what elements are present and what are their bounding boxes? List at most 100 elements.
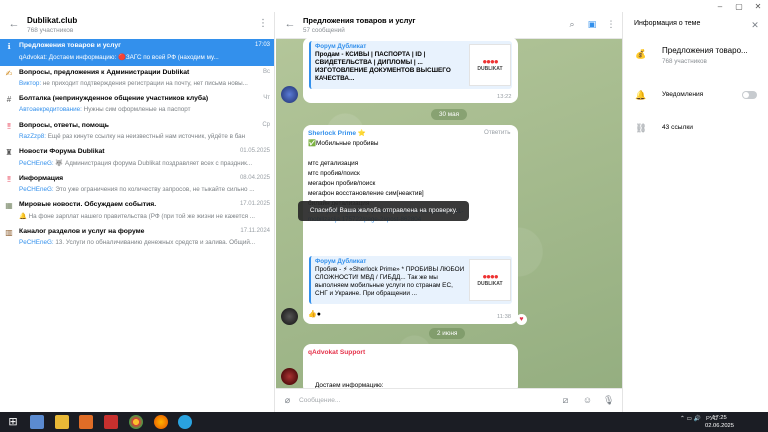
chat-list-header: ← Dublikat.club 768 участников ⋮ [0, 12, 274, 39]
chrome-icon[interactable] [129, 415, 143, 429]
money-bag-icon: 💰 [635, 49, 647, 59]
chat-list-item[interactable]: ✍ Вопросы, предложения к Администрации Du… [0, 66, 274, 93]
chat-list-item[interactable]: ▥ Каналог разделов и услуг на форуме 17.11… [0, 225, 274, 252]
date-separator: 30 мая [431, 109, 467, 120]
message-composer: ⌀ Сообщение... ⧄ ☺ 🎙 [276, 388, 622, 412]
emoji-icon[interactable]: ☺ [582, 395, 593, 406]
search-icon[interactable]: ⌕ [567, 19, 577, 29]
preview-text: 🔔 На фоне зарплат нашего правительства (… [19, 213, 256, 220]
double-exclamation-icon: ‼ [7, 174, 11, 184]
firefox-icon[interactable] [154, 415, 168, 429]
chat-list-item[interactable]: ‼ Информация 08.04.2025 PeCHEnеG: Это уже о… [0, 172, 274, 199]
preview-author: PeCHEnеG: [19, 238, 54, 246]
link-preview[interactable]: Форум Дубликат Пробив - ⚡ «Sherlock Prim… [309, 256, 512, 304]
preview-text: Достаем информацию: 🔴ЗАГС по всей РФ (на… [47, 54, 219, 61]
app-icon[interactable] [79, 415, 93, 429]
message-bubble: Форум Дубликат Продам - КСИВЫ | ПАСПОРТА… [303, 37, 518, 103]
group-members: 768 участников [662, 58, 707, 65]
minimize-button[interactable]: – [710, 0, 730, 12]
clock[interactable]: 17:25 02.06.2025 [705, 414, 734, 430]
message-sender[interactable]: Sherlock Prime ⭐ [308, 129, 366, 137]
app-icon[interactable] [30, 415, 44, 429]
chat-preview: Автоаекредитование: Нужны сим оформленые… [19, 106, 269, 113]
back-arrow-icon[interactable]: ← [8, 18, 20, 30]
chat-list-item[interactable]: ‼ Вопросы, ответы, помощь Ср RazZzp8: Ещё р… [0, 119, 274, 146]
chat-date: 08.04.2025 [239, 174, 270, 181]
notifications-toggle[interactable] [742, 91, 757, 99]
avatar[interactable] [281, 368, 298, 385]
links-item[interactable]: 43 ссылки [662, 124, 693, 131]
reactions[interactable]: 👍● [308, 310, 321, 318]
chat-name: Болталка (непринужденное общение участни… [19, 95, 209, 102]
group-name: Предложения товаро... [662, 46, 748, 55]
close-icon[interactable]: ✕ [750, 20, 760, 30]
chat-name: Мировые новости. Обсуждаем события. [19, 201, 157, 208]
tray-icons[interactable]: ⌃ ▭ 🔊 [680, 416, 701, 422]
chat-date: Вс [262, 68, 270, 75]
preview-author: RazZzp8: [19, 132, 46, 140]
chat-list-item[interactable]: # Болталка (непринужденное общение участн… [0, 92, 274, 119]
group-subtitle: 768 участников [27, 27, 74, 34]
hash-icon: # [6, 95, 12, 104]
file-explorer-icon[interactable] [55, 415, 69, 429]
commands-icon[interactable]: ⧄ [560, 395, 571, 406]
message-line: мегафон пробив/поиск [308, 180, 376, 187]
writing-hand-icon: ✍ [5, 68, 13, 78]
bell-icon: 🔔 [635, 90, 647, 100]
preview-text: Нужны сим оформленые на паспорт [81, 106, 191, 113]
app-icon[interactable] [104, 415, 118, 429]
chat-name: Предложения товаров и услуг [19, 42, 121, 49]
preview-text: 🐺 Администрация форума Dublikat поздравл… [53, 160, 253, 167]
link-preview[interactable]: Форум Дубликат Продам - КСИВЫ | ПАСПОРТА… [309, 41, 512, 89]
windows-start-icon[interactable]: ⊞ [6, 415, 20, 429]
chat-name: Каналог разделов и услуг на форуме [19, 227, 145, 235]
clock-time: 17:25 [712, 415, 727, 421]
reply-button[interactable]: Ответить [484, 129, 510, 136]
chat-date: Чт [263, 95, 270, 101]
message-input[interactable]: Сообщение... [299, 397, 340, 404]
preview-author: PeCHEnеG: [19, 160, 54, 167]
maximize-button[interactable]: ▢ [729, 0, 749, 12]
heart-reaction-icon[interactable]: ♥ [516, 314, 527, 325]
chat-preview: 🔔 На фоне зарплат нашего правительства (… [19, 212, 269, 220]
chat-name: Информация [19, 174, 64, 182]
close-window-button[interactable]: ✕ [748, 0, 768, 12]
link-preview-body: Пробив - ⚡ «Sherlock Prime» * ПРОБИВЫ ЛЮ… [315, 266, 465, 297]
preview-author: Виктор: [19, 79, 42, 87]
chat-subtitle: 57 сообщений [303, 27, 345, 34]
folder-icon: ▥ [5, 227, 13, 237]
preview-text: не приходит подтверждения регистрации на… [41, 79, 248, 87]
avatar[interactable] [281, 86, 298, 103]
back-arrow-icon[interactable]: ← [284, 18, 296, 30]
more-options-icon[interactable]: ⋮ [606, 19, 616, 29]
chat-header: ← Предложения товаров и услуг 57 сообщен… [276, 12, 622, 39]
chat-preview: PeCHEnеG: Это уже ограничения по количес… [19, 186, 269, 193]
chat-preview: qAdvokat: Достаем информацию: 🔴ЗАГС по в… [19, 53, 269, 61]
sidebar-toggle-icon[interactable]: ▣ [587, 19, 597, 29]
castle-icon: ♜ [5, 148, 13, 157]
avatar[interactable] [281, 308, 298, 325]
date-separator: 2 июня [429, 328, 466, 339]
logo-dots-icon: ●●●● [482, 272, 498, 281]
chat-list-item[interactable]: ▦ Мировые новости. Обсуждаем события. 17.0… [0, 198, 274, 225]
chat-name: Новости Форума Dublikat [19, 148, 105, 155]
dublikat-logo: ●●●● DUBLIKAT [469, 259, 511, 301]
attach-icon[interactable]: ⌀ [282, 395, 293, 406]
message-line: мтс пробив/поиск [308, 170, 360, 177]
dublikat-logo: ●●●● DUBLIKAT [469, 44, 511, 86]
chat-list-item[interactable]: ℹ Предложения товаров и услуг 17:03 qAdvoka… [0, 39, 274, 66]
message-sender[interactable]: qAdvokat Support [308, 349, 365, 356]
logo-word: DUBLIKAT [477, 66, 503, 72]
chat-list-panel: ← Dublikat.club 768 участников ⋮ ℹ Предло… [0, 12, 275, 412]
message-time: 11:38 [497, 314, 512, 320]
link-preview-body: Продам - КСИВЫ | ПАСПОРТА | ID | СВИДЕТЕ… [315, 51, 451, 82]
chat-date: 01.05.2025 [239, 148, 270, 154]
microphone-icon[interactable]: 🎙 [603, 395, 614, 406]
info-panel-title: Информация о теме [634, 20, 701, 27]
link-preview-title: Форум Дубликат [315, 258, 367, 265]
telegram-icon[interactable] [178, 415, 192, 429]
chat-list-item[interactable]: ♜ Новости Форума Dublikat 01.05.2025 PeCHEn… [0, 145, 274, 172]
preview-author: Автоаекредитование: [19, 106, 82, 113]
message-bubble: Sherlock Prime ⭐ Ответить ✅Мобильные про… [303, 125, 518, 324]
more-options-icon[interactable]: ⋮ [258, 18, 268, 30]
